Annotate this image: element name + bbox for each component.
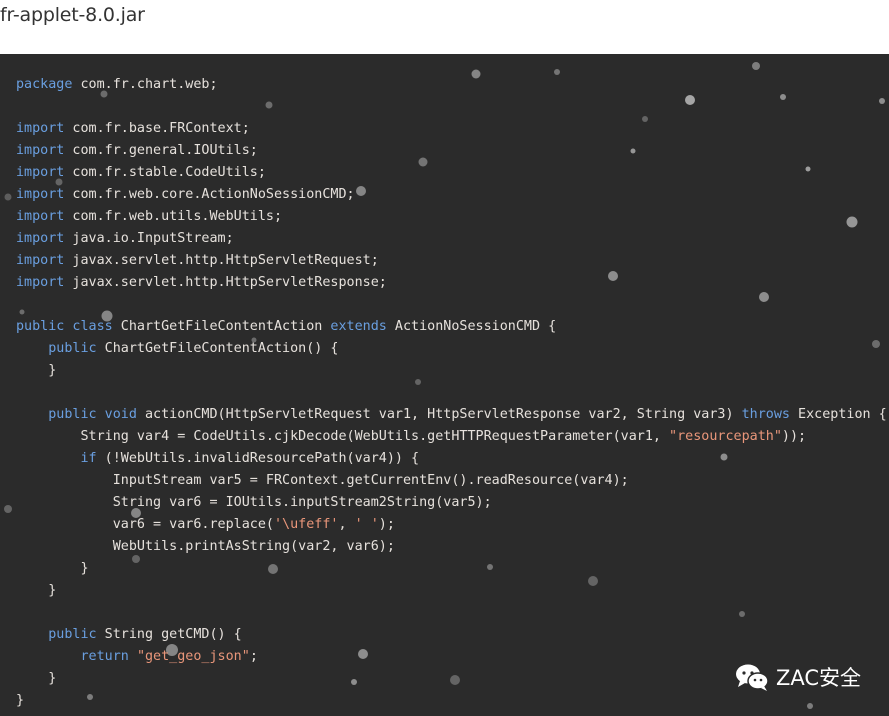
code-line: String var4 = CodeUtils.cjkDecode(WebUti… — [16, 426, 887, 448]
code-keyword: import — [16, 187, 65, 202]
wechat-icon — [734, 662, 770, 692]
code-text: WebUtils.printAsString(var2, var6); — [16, 539, 395, 554]
code-line: import com.fr.base.FRContext; — [16, 118, 887, 140]
code-keyword: extends — [330, 319, 387, 334]
code-text: } — [16, 363, 57, 378]
code-text: com.fr.web.core.ActionNoSessionCMD; — [64, 187, 355, 202]
code-keyword: public class — [16, 319, 113, 334]
code-line: import javax.servlet.http.HttpServletRes… — [16, 272, 887, 294]
code-text: ); — [378, 517, 395, 532]
code-line: String var6 = IOUtils.inputStream2String… — [16, 492, 887, 514]
code-text: com.fr.base.FRContext; — [64, 121, 250, 136]
code-line: import javax.servlet.http.HttpServletReq… — [16, 250, 887, 272]
code-text: , — [338, 517, 355, 532]
code-keyword: public void — [48, 407, 137, 422]
code-keyword: import — [16, 275, 65, 290]
code-string: ' ' — [354, 517, 379, 532]
code-line: WebUtils.printAsString(var2, var6); — [16, 536, 887, 558]
code-line: var6 = var6.replace('\ufeff', ' '); — [16, 514, 887, 536]
code-keyword: import — [16, 121, 65, 136]
code-keyword: throws — [741, 407, 790, 422]
code-text: } — [16, 561, 89, 576]
code-text: ChartGetFileContentAction() { — [96, 341, 339, 356]
code-line: import java.io.InputStream; — [16, 228, 887, 250]
code-keyword: public — [48, 627, 97, 642]
code-keyword: if — [80, 451, 97, 466]
code-text: javax.servlet.http.HttpServletRequest; — [64, 253, 379, 268]
code-text: Exception { — [789, 407, 887, 422]
code-line: import com.fr.web.utils.WebUtils; — [16, 206, 887, 228]
code-line: public void actionCMD(HttpServletRequest… — [16, 404, 887, 426]
code-text: InputStream var5 = FRContext.getCurrentE… — [16, 473, 629, 488]
code-line: } — [16, 690, 887, 712]
code-text: javax.servlet.http.HttpServletResponse; — [64, 275, 387, 290]
file-header: fr-applet-8.0.jar — [0, 0, 889, 54]
code-string: "resourcepath" — [669, 429, 782, 444]
code-text: )); — [781, 429, 807, 444]
code-text: (!WebUtils.invalidResourcePath(var4)) { — [96, 451, 420, 466]
code-string: "get_geo_json" — [136, 649, 250, 664]
code-text: java.io.InputStream; — [64, 231, 234, 246]
watermark: ZAC安全 — [734, 662, 861, 692]
code-line: public ChartGetFileContentAction() { — [16, 338, 887, 360]
code-keyword: import — [16, 143, 65, 158]
code-text: com.fr.stable.CodeUtils; — [64, 165, 266, 180]
code-keyword: import — [16, 165, 65, 180]
code-keyword: return — [80, 649, 129, 664]
code-text: actionCMD(HttpServletRequest var1, HttpS… — [136, 407, 742, 422]
code-keyword: import — [16, 231, 65, 246]
code-line: public class ChartGetFileContentAction e… — [16, 316, 887, 338]
code-line: } — [16, 360, 887, 382]
code-keyword: import — [16, 253, 65, 268]
file-title: fr-applet-8.0.jar — [0, 4, 145, 26]
code-line: package com.fr.chart.web; — [16, 74, 887, 96]
code-text: ActionNoSessionCMD { — [386, 319, 557, 334]
code-text: } — [16, 693, 25, 708]
code-line: } — [16, 580, 887, 602]
code-text: String var4 = CodeUtils.cjkDecode(WebUti… — [16, 429, 670, 444]
code-keyword: public — [48, 341, 97, 356]
code-line: } — [16, 558, 887, 580]
code-panel: package com.fr.chart.web; import com.fr.… — [0, 54, 889, 716]
code-text: com.fr.chart.web; — [72, 77, 218, 92]
code-string: '\ufeff' — [273, 517, 339, 532]
code-line: import com.fr.general.IOUtils; — [16, 140, 887, 162]
code-line: import com.fr.stable.CodeUtils; — [16, 162, 887, 184]
code-text: } — [16, 671, 57, 686]
code-block: package com.fr.chart.web; import com.fr.… — [16, 74, 887, 712]
code-text: } — [16, 583, 57, 598]
code-line: import com.fr.web.core.ActionNoSessionCM… — [16, 184, 887, 206]
code-line: InputStream var5 = FRContext.getCurrentE… — [16, 470, 887, 492]
code-keyword: package — [16, 77, 73, 92]
code-text: ; — [249, 649, 258, 664]
code-text: String var6 = IOUtils.inputStream2String… — [16, 495, 492, 510]
watermark-text: ZAC安全 — [775, 666, 861, 690]
code-text: com.fr.web.utils.WebUtils; — [64, 209, 283, 224]
code-text: String getCMD() { — [96, 627, 242, 642]
code-line: public String getCMD() { — [16, 624, 887, 646]
code-keyword: import — [16, 209, 65, 224]
code-text: com.fr.general.IOUtils; — [64, 143, 258, 158]
code-text: var6 = var6.replace( — [16, 517, 274, 532]
code-text: ChartGetFileContentAction — [112, 319, 331, 334]
code-line: if (!WebUtils.invalidResourcePath(var4))… — [16, 448, 887, 470]
